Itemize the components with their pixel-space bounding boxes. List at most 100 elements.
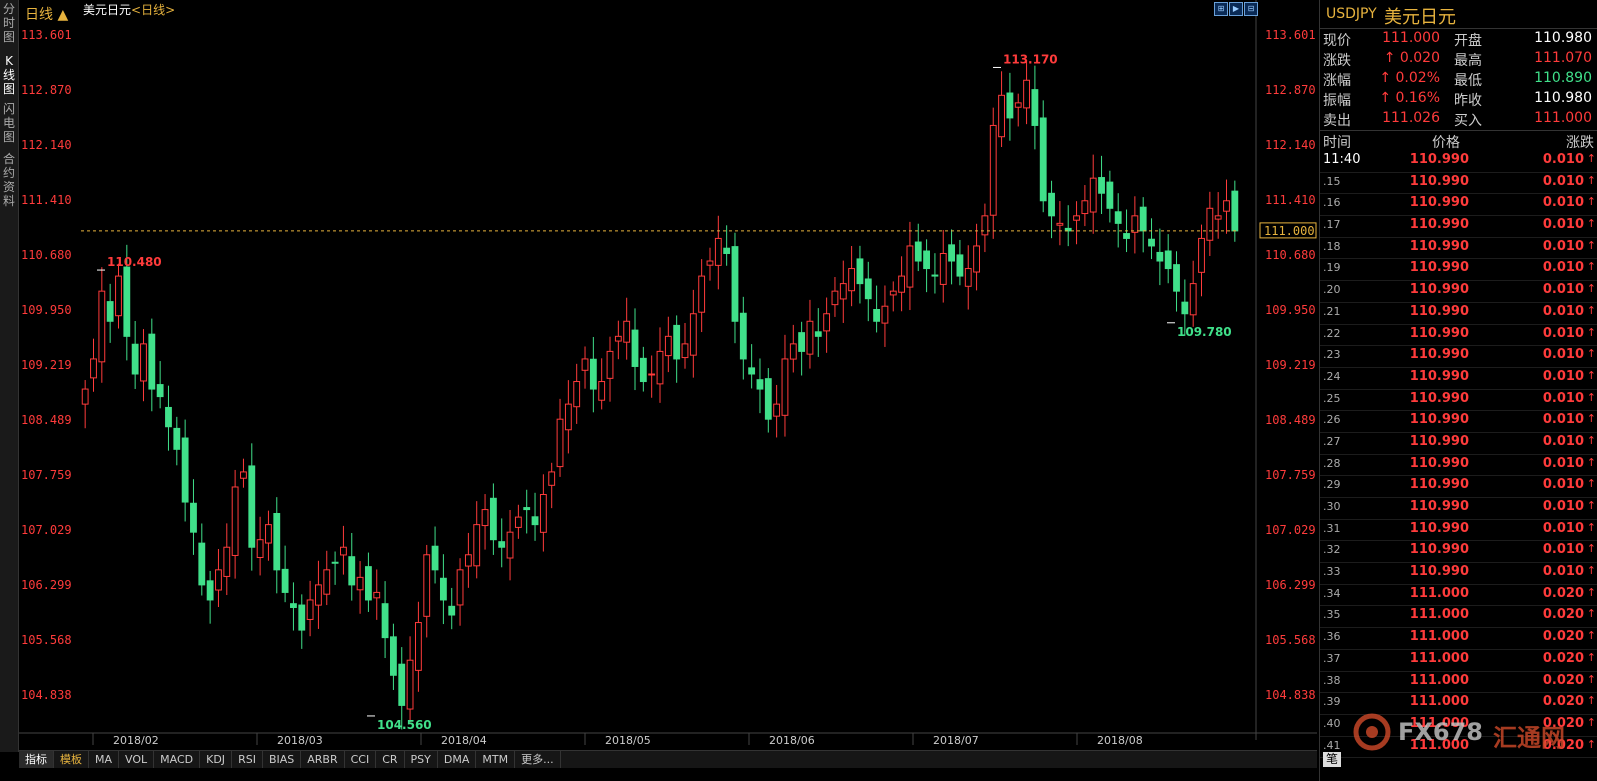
tick-change: 0.010 xyxy=(1542,173,1584,189)
tick-row: 11:40 110.990 0.010 ↑ xyxy=(1320,151,1597,173)
y-tick-label-left: 104.838 xyxy=(21,688,72,702)
x-tick-label: 2018/04 xyxy=(441,734,487,747)
tick-time: .29 xyxy=(1323,478,1341,492)
tick-change: 0.010 xyxy=(1542,347,1584,363)
tab-flash-chart[interactable]: 闪电图 xyxy=(0,102,18,144)
tick-row: .36 111.000 0.020 ↑ xyxy=(1320,628,1597,650)
kline-chart-area[interactable]: 113.601 113.601 112.870 112.870 112.140 112.1… xyxy=(19,0,1317,752)
tab-time-share[interactable]: 分时图 xyxy=(0,2,18,44)
zoom-out-icon[interactable]: ⊟ xyxy=(1244,2,1258,16)
candle-body xyxy=(473,524,481,567)
quote-label: 现价 xyxy=(1323,33,1351,49)
y-tick-label-left: 108.489 xyxy=(21,413,72,427)
candle-body xyxy=(423,554,431,617)
quote-label: 最低 xyxy=(1454,73,1482,89)
tick-change: 0.010 xyxy=(1542,564,1584,580)
candle-body xyxy=(331,561,339,564)
quote-value: 110.980 xyxy=(1534,90,1592,106)
candle-body xyxy=(739,312,747,360)
quote-label: 开盘 xyxy=(1454,33,1482,49)
indicator-4[interactable]: MACD xyxy=(154,751,201,768)
candle-body xyxy=(414,622,422,671)
up-arrow-icon: ↑ xyxy=(1586,433,1596,447)
indicator-1[interactable]: 模板 xyxy=(54,751,89,768)
tick-change: 0.010 xyxy=(1542,152,1584,167)
tab-contract-info[interactable]: 合约资料 xyxy=(0,152,18,208)
chart-title: 美元日元<日线> xyxy=(83,1,175,18)
candle-body xyxy=(223,546,231,577)
tab-kline[interactable]: K线图 xyxy=(0,54,18,96)
fx678-logo-icon xyxy=(1353,713,1391,751)
y-tick-label-left: 109.219 xyxy=(21,358,72,372)
candle-body xyxy=(306,599,314,620)
candle-body xyxy=(298,604,306,631)
tick-change: 0.020 xyxy=(1542,694,1584,710)
candle-body xyxy=(681,343,689,359)
indicator-3[interactable]: VOL xyxy=(119,751,155,768)
tick-price: 111.000 xyxy=(1409,607,1469,623)
tick-row: .31 110.990 0.010 ↑ xyxy=(1320,520,1597,542)
candle-body xyxy=(1031,89,1039,126)
indicator-5[interactable]: KDJ xyxy=(200,751,233,768)
candle-body xyxy=(731,246,739,322)
up-arrow-icon: ↑ xyxy=(1586,303,1596,317)
indicator-14[interactable]: 更多... xyxy=(515,751,561,768)
tick-row: .21 110.990 0.010 ↑ xyxy=(1320,303,1597,325)
indicator-2[interactable]: MA xyxy=(89,751,120,768)
candlestick-chart[interactable]: 113.601 113.601 112.870 112.870 112.140 112.1… xyxy=(19,0,1317,750)
indicator-8[interactable]: ARBR xyxy=(301,751,345,768)
candle-body xyxy=(1048,192,1055,217)
up-arrow-icon: ↑ xyxy=(1586,368,1596,382)
y-tick-label-right: 105.568 xyxy=(1265,633,1316,647)
candle-body xyxy=(598,381,606,401)
candle-body xyxy=(914,241,922,262)
y-tick-label-left: 113.601 xyxy=(21,28,72,42)
candle-body xyxy=(606,350,614,379)
tick-change: 0.010 xyxy=(1542,325,1584,341)
candle-body xyxy=(723,247,731,254)
candle-body xyxy=(864,278,872,300)
up-arrow-icon: ↑ xyxy=(1586,173,1596,187)
period-selector-button[interactable]: 日线 ▲ xyxy=(25,4,68,24)
zoom-in-icon[interactable]: ⊞ xyxy=(1214,2,1228,16)
tick-price: 110.990 xyxy=(1409,347,1469,363)
ticks-list[interactable]: 11:40 110.990 0.010 ↑ .15 110.990 0.010 ↑ .16 110… xyxy=(1320,151,1597,759)
up-arrow-icon: ↑ xyxy=(1586,152,1596,165)
candle-body xyxy=(240,471,247,479)
quote-value: 111.026 xyxy=(1382,110,1440,126)
indicator-11[interactable]: PSY xyxy=(405,751,438,768)
tick-detail-tab[interactable]: 笔 xyxy=(1323,752,1341,767)
x-tick-label: 2018/03 xyxy=(277,734,323,747)
indicator-6[interactable]: RSI xyxy=(232,751,263,768)
indicator-12[interactable]: DMA xyxy=(438,751,477,768)
candle-body xyxy=(398,663,406,706)
up-arrow-icon: ↑ xyxy=(1586,412,1596,426)
candle-body xyxy=(748,367,756,375)
candle-body xyxy=(340,546,347,556)
quote-label: 昨收 xyxy=(1454,93,1482,109)
y-tick-label-right: 108.489 xyxy=(1265,413,1316,427)
tick-row: .37 111.000 0.020 ↑ xyxy=(1320,650,1597,672)
indicator-13[interactable]: MTM xyxy=(476,751,516,768)
tick-row: .18 110.990 0.010 ↑ xyxy=(1320,238,1597,260)
tick-row: .30 110.990 0.010 ↑ xyxy=(1320,498,1597,520)
tick-change: 0.020 xyxy=(1542,650,1584,666)
candle-body xyxy=(248,465,256,548)
tick-time: .23 xyxy=(1323,348,1341,362)
play-icon[interactable]: ▶ xyxy=(1229,2,1243,16)
tick-row: .33 110.990 0.010 ↑ xyxy=(1320,563,1597,585)
candle-body xyxy=(956,254,964,277)
ticks-header-change: 涨跌 xyxy=(1566,135,1594,151)
candle-body xyxy=(1156,251,1164,262)
indicator-7[interactable]: BIAS xyxy=(263,751,302,768)
tick-time: .22 xyxy=(1323,326,1341,340)
indicator-9[interactable]: CCI xyxy=(345,751,377,768)
indicator-0[interactable]: 指标 xyxy=(19,751,54,768)
candle-body xyxy=(906,245,914,288)
quote-value: 110.980 xyxy=(1534,30,1592,46)
candle-body xyxy=(206,580,214,601)
indicator-10[interactable]: CR xyxy=(376,751,405,768)
candle-body xyxy=(831,290,839,306)
up-arrow-icon: ↑ xyxy=(1586,390,1596,404)
candle-body xyxy=(564,403,572,431)
